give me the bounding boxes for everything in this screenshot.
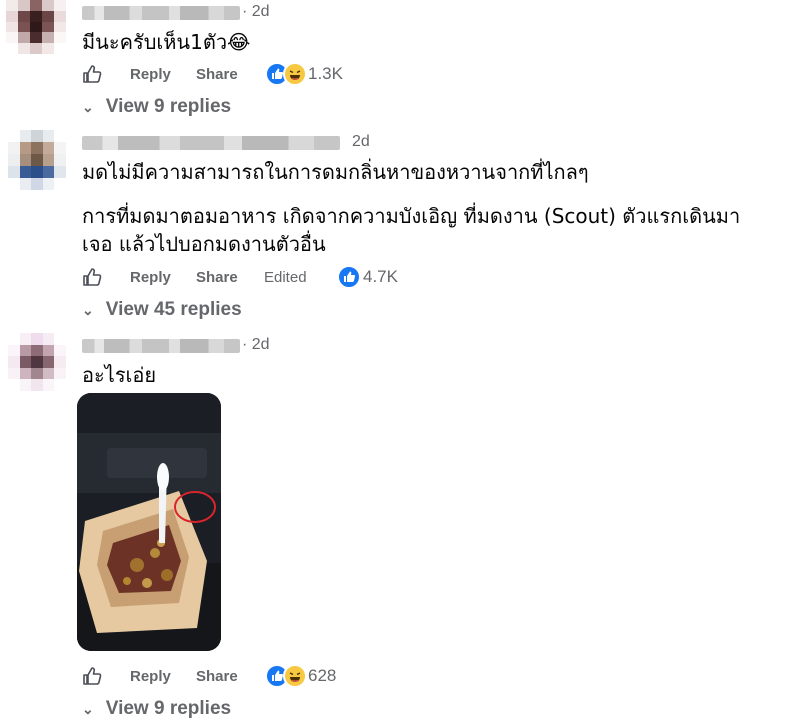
view-replies-button[interactable]: ⌄ View 9 replies: [82, 96, 231, 118]
reaction-summary[interactable]: 4.7K: [337, 265, 437, 291]
haha-icon: [283, 664, 307, 688]
food-tray-photo: [77, 393, 221, 651]
share-button[interactable]: Share: [196, 668, 238, 685]
chevron-down-icon: ⌄: [82, 99, 94, 115]
reaction-count[interactable]: 1.3K: [308, 64, 343, 84]
comment-text-line: เจอ แล้วไปบอกมดงานตัวอื่น: [82, 232, 326, 256]
like-outline-icon[interactable]: [82, 666, 102, 686]
reaction-summary[interactable]: 628: [265, 664, 365, 690]
reaction-summary[interactable]: 1.3K: [265, 62, 385, 88]
haha-icon: [283, 62, 307, 86]
like-outline-icon[interactable]: [82, 64, 102, 84]
comment-text-line: อะไรเอ่ย: [82, 363, 157, 387]
view-replies-button[interactable]: ⌄ View 9 replies: [82, 698, 231, 720]
like-icon: [337, 265, 361, 289]
share-button[interactable]: Share: [196, 66, 238, 83]
author-name-blurred[interactable]: [82, 339, 240, 353]
view-replies-button[interactable]: ⌄ View 45 replies: [82, 299, 242, 321]
comment-text-line: มดไม่มีความสามารถในการดมกลิ่นหาของหวานจา…: [82, 160, 589, 184]
view-replies-label: View 9 replies: [105, 96, 232, 117]
like-outline-icon[interactable]: [82, 267, 102, 287]
edited-label: Edited: [264, 269, 307, 286]
comment-time[interactable]: 2d: [352, 133, 370, 151]
comment-text-line: มีนะครับเห็น1ตัว😂: [82, 30, 251, 54]
avatar[interactable]: [8, 333, 66, 391]
share-button[interactable]: Share: [196, 269, 238, 286]
view-replies-label: View 45 replies: [105, 299, 242, 320]
avatar[interactable]: [6, 0, 66, 54]
reply-button[interactable]: Reply: [130, 668, 171, 685]
author-name-blurred[interactable]: [82, 136, 340, 150]
attached-photo[interactable]: [77, 393, 221, 651]
comment-time[interactable]: · 2d: [242, 3, 270, 21]
reply-button[interactable]: Reply: [130, 269, 171, 286]
reaction-count[interactable]: 628: [308, 666, 336, 686]
view-replies-label: View 9 replies: [105, 698, 232, 719]
comment-time[interactable]: · 2d: [242, 336, 270, 354]
avatar[interactable]: [8, 130, 66, 190]
author-name-blurred[interactable]: [82, 6, 240, 20]
reaction-count[interactable]: 4.7K: [363, 267, 398, 287]
chevron-down-icon: ⌄: [82, 302, 94, 318]
chevron-down-icon: ⌄: [82, 701, 94, 717]
reply-button[interactable]: Reply: [130, 66, 171, 83]
